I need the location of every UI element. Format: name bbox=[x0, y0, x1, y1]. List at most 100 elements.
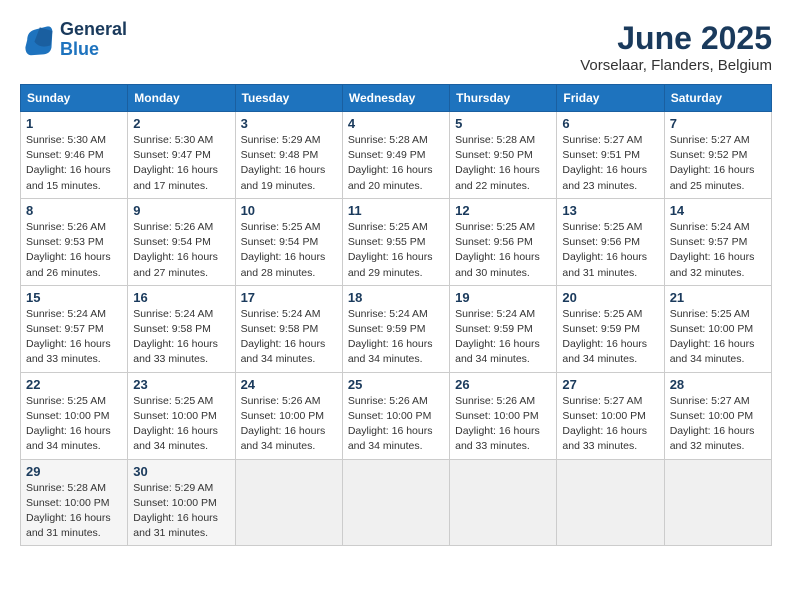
calendar-cell bbox=[450, 459, 557, 546]
cell-info: Sunrise: 5:29 AMSunset: 10:00 PMDaylight… bbox=[133, 481, 229, 542]
calendar-cell: 24Sunrise: 5:26 AMSunset: 10:00 PMDaylig… bbox=[235, 372, 342, 459]
day-number: 4 bbox=[348, 116, 444, 131]
day-number: 2 bbox=[133, 116, 229, 131]
day-number: 30 bbox=[133, 464, 229, 479]
cell-info: Sunrise: 5:24 AMSunset: 9:58 PMDaylight:… bbox=[133, 307, 229, 368]
calendar-cell: 12 Sunrise: 5:25 AMSunset: 9:56 PMDayligh… bbox=[450, 198, 557, 285]
calendar-cell: 18 Sunrise: 5:24 AMSunset: 9:59 PMDayligh… bbox=[342, 285, 449, 372]
header: General Blue June 2025 Vorselaar, Flande… bbox=[20, 20, 772, 74]
cell-info: Sunrise: 5:30 AMSunset: 9:47 PMDaylight:… bbox=[133, 133, 229, 194]
header-saturday: Saturday bbox=[664, 85, 771, 112]
calendar-cell: 4 Sunrise: 5:28 AMSunset: 9:49 PMDaylight… bbox=[342, 112, 449, 199]
logo-line2: Blue bbox=[60, 40, 127, 60]
day-number: 15 bbox=[26, 290, 122, 305]
calendar-cell: 21 Sunrise: 5:25 AMSunset: 10:00 PMDaylig… bbox=[664, 285, 771, 372]
cell-info: Sunrise: 5:24 AMSunset: 9:58 PMDaylight:… bbox=[241, 307, 337, 368]
cell-info: Sunrise: 5:27 AMSunset: 9:51 PMDaylight:… bbox=[562, 133, 658, 194]
day-number: 26 bbox=[455, 377, 551, 392]
calendar-cell: 30 Sunrise: 5:29 AMSunset: 10:00 PMDaylig… bbox=[128, 459, 235, 546]
day-number: 8 bbox=[26, 203, 122, 218]
calendar: SundayMondayTuesdayWednesdayThursdayFrid… bbox=[20, 84, 772, 546]
day-number: 10 bbox=[241, 203, 337, 218]
day-number: 3 bbox=[241, 116, 337, 131]
calendar-cell: 29 Sunrise: 5:28 AMSunset: 10:00 PMDaylig… bbox=[21, 459, 128, 546]
logo-text-block: General Blue bbox=[60, 20, 127, 60]
cell-info: Sunrise: 5:28 AMSunset: 9:50 PMDaylight:… bbox=[455, 133, 551, 194]
calendar-cell: 8 Sunrise: 5:26 AMSunset: 9:53 PMDaylight… bbox=[21, 198, 128, 285]
calendar-cell: 1 Sunrise: 5:30 AMSunset: 9:46 PMDaylight… bbox=[21, 112, 128, 199]
cell-info: Sunrise: 5:25 AMSunset: 10:00 PMDaylight… bbox=[26, 394, 122, 455]
cell-info: Sunrise: 5:29 AMSunset: 9:48 PMDaylight:… bbox=[241, 133, 337, 194]
cell-info: Sunrise: 5:27 AMSunset: 10:00 PMDaylight… bbox=[562, 394, 658, 455]
day-number: 14 bbox=[670, 203, 766, 218]
calendar-cell: 2 Sunrise: 5:30 AMSunset: 9:47 PMDaylight… bbox=[128, 112, 235, 199]
header-friday: Friday bbox=[557, 85, 664, 112]
cell-info: Sunrise: 5:28 AMSunset: 10:00 PMDaylight… bbox=[26, 481, 122, 542]
calendar-cell: 26 Sunrise: 5:26 AMSunset: 10:00 PMDaylig… bbox=[450, 372, 557, 459]
cell-info: Sunrise: 5:26 AMSunset: 9:54 PMDaylight:… bbox=[133, 220, 229, 281]
day-number: 1 bbox=[26, 116, 122, 131]
calendar-cell: 16Sunrise: 5:24 AMSunset: 9:58 PMDayligh… bbox=[128, 285, 235, 372]
day-number: 24 bbox=[241, 377, 337, 392]
calendar-cell: 3 Sunrise: 5:29 AMSunset: 9:48 PMDaylight… bbox=[235, 112, 342, 199]
calendar-row: 29 Sunrise: 5:28 AMSunset: 10:00 PMDaylig… bbox=[21, 459, 772, 546]
day-number: 28 bbox=[670, 377, 766, 392]
title-area: June 2025 Vorselaar, Flanders, Belgium bbox=[580, 20, 772, 74]
calendar-cell bbox=[664, 459, 771, 546]
cell-info: Sunrise: 5:25 AMSunset: 9:56 PMDaylight:… bbox=[562, 220, 658, 281]
calendar-header-row: SundayMondayTuesdayWednesdayThursdayFrid… bbox=[21, 85, 772, 112]
location: Vorselaar, Flanders, Belgium bbox=[580, 57, 772, 74]
day-number: 20 bbox=[562, 290, 658, 305]
header-wednesday: Wednesday bbox=[342, 85, 449, 112]
cell-info: Sunrise: 5:27 AMSunset: 9:52 PMDaylight:… bbox=[670, 133, 766, 194]
day-number: 17 bbox=[241, 290, 337, 305]
day-number: 22 bbox=[26, 377, 122, 392]
cell-info: Sunrise: 5:25 AMSunset: 10:00 PMDaylight… bbox=[133, 394, 229, 455]
logo-line1: General bbox=[60, 20, 127, 40]
calendar-cell: 5Sunrise: 5:28 AMSunset: 9:50 PMDaylight… bbox=[450, 112, 557, 199]
day-number: 13 bbox=[562, 203, 658, 218]
calendar-cell: 27 Sunrise: 5:27 AMSunset: 10:00 PMDaylig… bbox=[557, 372, 664, 459]
cell-info: Sunrise: 5:28 AMSunset: 9:49 PMDaylight:… bbox=[348, 133, 444, 194]
cell-info: Sunrise: 5:26 AMSunset: 10:00 PMDaylight… bbox=[348, 394, 444, 455]
day-number: 12 bbox=[455, 203, 551, 218]
cell-info: Sunrise: 5:25 AMSunset: 10:00 PMDaylight… bbox=[670, 307, 766, 368]
cell-info: Sunrise: 5:27 AMSunset: 10:00 PMDaylight… bbox=[670, 394, 766, 455]
cell-info: Sunrise: 5:24 AMSunset: 9:57 PMDaylight:… bbox=[670, 220, 766, 281]
cell-info: Sunrise: 5:30 AMSunset: 9:46 PMDaylight:… bbox=[26, 133, 122, 194]
calendar-cell bbox=[557, 459, 664, 546]
calendar-row: 1 Sunrise: 5:30 AMSunset: 9:46 PMDaylight… bbox=[21, 112, 772, 199]
day-number: 23 bbox=[133, 377, 229, 392]
cell-info: Sunrise: 5:26 AMSunset: 10:00 PMDaylight… bbox=[455, 394, 551, 455]
header-tuesday: Tuesday bbox=[235, 85, 342, 112]
cell-info: Sunrise: 5:25 AMSunset: 9:59 PMDaylight:… bbox=[562, 307, 658, 368]
calendar-cell: 17 Sunrise: 5:24 AMSunset: 9:58 PMDayligh… bbox=[235, 285, 342, 372]
header-monday: Monday bbox=[128, 85, 235, 112]
calendar-row: 22 Sunrise: 5:25 AMSunset: 10:00 PMDaylig… bbox=[21, 372, 772, 459]
day-number: 29 bbox=[26, 464, 122, 479]
cell-info: Sunrise: 5:24 AMSunset: 9:57 PMDaylight:… bbox=[26, 307, 122, 368]
cell-info: Sunrise: 5:24 AMSunset: 9:59 PMDaylight:… bbox=[348, 307, 444, 368]
calendar-cell: 13 Sunrise: 5:25 AMSunset: 9:56 PMDayligh… bbox=[557, 198, 664, 285]
day-number: 21 bbox=[670, 290, 766, 305]
day-number: 9 bbox=[133, 203, 229, 218]
calendar-cell: 23 Sunrise: 5:25 AMSunset: 10:00 PMDaylig… bbox=[128, 372, 235, 459]
cell-info: Sunrise: 5:25 AMSunset: 9:55 PMDaylight:… bbox=[348, 220, 444, 281]
cell-info: Sunrise: 5:25 AMSunset: 9:56 PMDaylight:… bbox=[455, 220, 551, 281]
calendar-cell: 20 Sunrise: 5:25 AMSunset: 9:59 PMDayligh… bbox=[557, 285, 664, 372]
header-sunday: Sunday bbox=[21, 85, 128, 112]
cell-info: Sunrise: 5:26 AMSunset: 9:53 PMDaylight:… bbox=[26, 220, 122, 281]
day-number: 19 bbox=[455, 290, 551, 305]
calendar-cell: 22 Sunrise: 5:25 AMSunset: 10:00 PMDaylig… bbox=[21, 372, 128, 459]
cell-info: Sunrise: 5:24 AMSunset: 9:59 PMDaylight:… bbox=[455, 307, 551, 368]
day-number: 27 bbox=[562, 377, 658, 392]
day-number: 18 bbox=[348, 290, 444, 305]
calendar-row: 15 Sunrise: 5:24 AMSunset: 9:57 PMDayligh… bbox=[21, 285, 772, 372]
calendar-cell: 28 Sunrise: 5:27 AMSunset: 10:00 PMDaylig… bbox=[664, 372, 771, 459]
logo-icon bbox=[20, 22, 56, 58]
cell-info: Sunrise: 5:25 AMSunset: 9:54 PMDaylight:… bbox=[241, 220, 337, 281]
calendar-cell: 10 Sunrise: 5:25 AMSunset: 9:54 PMDayligh… bbox=[235, 198, 342, 285]
calendar-cell: 25Sunrise: 5:26 AMSunset: 10:00 PMDaylig… bbox=[342, 372, 449, 459]
month-title: June 2025 bbox=[580, 20, 772, 57]
day-number: 6 bbox=[562, 116, 658, 131]
